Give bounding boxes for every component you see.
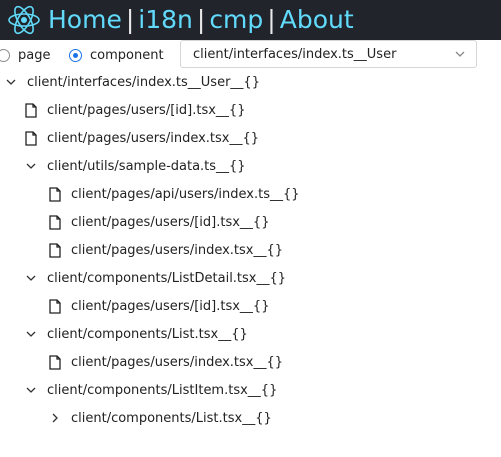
tree-item-label: client/pages/users/[id].tsx__{}: [47, 102, 246, 118]
tree-item[interactable]: client/pages/users/index.tsx__{}: [48, 240, 283, 260]
target-select[interactable]: client/interfaces/index.ts__User: [180, 40, 477, 68]
tree-root-label: client/interfaces/index.ts__User__{}: [27, 74, 260, 90]
chevron-down-icon[interactable]: [24, 270, 38, 286]
tree-item[interactable]: client/pages/users/[id].tsx__{}: [48, 296, 269, 316]
radio-page-label: page: [18, 48, 51, 63]
react-logo-icon[interactable]: [6, 2, 42, 38]
chevron-right-icon[interactable]: [48, 410, 62, 426]
nav-link-i18n[interactable]: i18n: [138, 5, 193, 34]
tree-item[interactable]: client/pages/api/users/index.ts__{}: [48, 184, 300, 204]
tree-item[interactable]: client/components/ListDetail.tsx__{}: [24, 268, 286, 288]
chevron-down-icon[interactable]: [24, 158, 38, 174]
tree-item-label: client/components/ListDetail.tsx__{}: [47, 270, 287, 286]
radio-component[interactable]: component: [69, 48, 164, 63]
tree-item-label: client/pages/users/[id].tsx__{}: [71, 298, 270, 314]
tree-item-label: client/pages/users/index.tsx__{}: [71, 354, 284, 370]
target-select-value: client/interfaces/index.ts__User: [193, 46, 397, 62]
tree-item[interactable]: client/pages/users/[id].tsx__{}: [48, 212, 269, 232]
nav-link-cmp[interactable]: cmp: [209, 5, 263, 34]
nav-separator: |: [267, 5, 276, 34]
tree-root[interactable]: client/interfaces/index.ts__User__{}: [4, 72, 260, 92]
tree-item[interactable]: client/pages/users/[id].tsx__{}: [24, 100, 245, 120]
radio-page-circle[interactable]: [0, 49, 10, 62]
file-icon: [48, 354, 62, 370]
nav-separator: |: [196, 5, 206, 34]
file-icon: [48, 186, 62, 202]
radio-component-label: component: [90, 48, 164, 63]
radio-page[interactable]: page: [0, 48, 50, 63]
nav-link-about[interactable]: About: [280, 5, 354, 34]
view-controls: page component client/interfaces/index.t…: [0, 40, 501, 70]
tree-item-label: client/components/ListItem.tsx__{}: [47, 382, 278, 398]
top-nav-bar: Home | i18n | cmp | About: [0, 0, 501, 40]
file-icon: [48, 298, 62, 314]
chevron-down-icon: [454, 48, 466, 64]
tree-item-label: client/components/List.tsx__{}: [47, 326, 248, 342]
nav-links: Home | i18n | cmp | About: [48, 0, 354, 40]
chevron-down-icon[interactable]: [24, 326, 38, 342]
file-icon: [48, 242, 62, 258]
nav-link-home[interactable]: Home: [48, 5, 122, 34]
tree-item[interactable]: client/utils/sample-data.ts__{}: [24, 156, 246, 176]
radio-component-circle[interactable]: [69, 49, 82, 62]
file-icon: [24, 102, 38, 118]
tree-item-label: client/pages/users/[id].tsx__{}: [71, 214, 270, 230]
tree-item-label: client/pages/api/users/index.ts__{}: [71, 186, 300, 202]
chevron-down-icon[interactable]: [24, 382, 38, 398]
chevron-down-icon[interactable]: [4, 74, 18, 90]
tree-item-label: client/components/List.tsx__{}: [71, 410, 272, 426]
tree-item-label: client/pages/users/index.tsx__{}: [47, 130, 260, 146]
tree-item[interactable]: client/pages/users/index.tsx__{}: [48, 352, 283, 372]
tree-item[interactable]: client/components/List.tsx__{}: [24, 324, 248, 344]
file-icon: [48, 214, 62, 230]
tree-item-label: client/pages/users/index.tsx__{}: [71, 242, 284, 258]
tree-item[interactable]: client/pages/users/index.tsx__{}: [24, 128, 259, 148]
file-icon: [24, 130, 38, 146]
tree-item[interactable]: client/components/List.tsx__{}: [48, 408, 272, 428]
nav-separator: |: [125, 5, 135, 34]
tree-item[interactable]: client/components/ListItem.tsx__{}: [24, 380, 277, 400]
tree-item-label: client/utils/sample-data.ts__{}: [47, 158, 246, 174]
